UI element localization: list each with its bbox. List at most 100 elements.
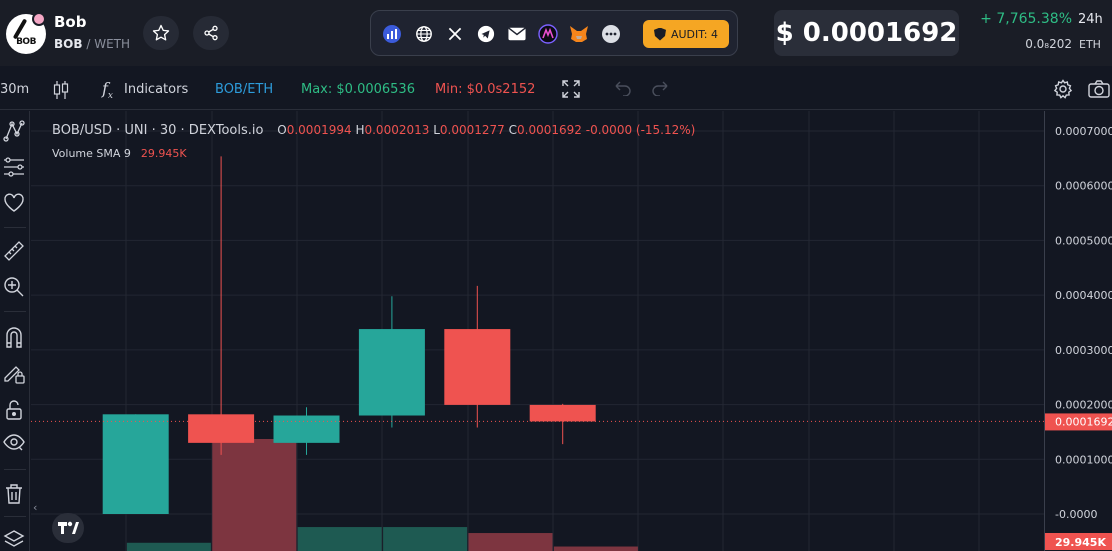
- dapp-icon[interactable]: [537, 23, 559, 45]
- max-price: Max: $0.0006536: [301, 82, 415, 97]
- indicators-button[interactable]: Indicators: [124, 82, 188, 97]
- volume-bar: [126, 542, 211, 551]
- redo-icon[interactable]: [651, 80, 669, 100]
- candles-icon[interactable]: [52, 80, 70, 100]
- metamask-icon[interactable]: [568, 23, 590, 45]
- volume-bar: [383, 527, 468, 551]
- open-key: O: [277, 123, 287, 137]
- usd-price: $ 0.0001692: [774, 10, 959, 56]
- eth-price: 0.0₈202: [1025, 37, 1072, 51]
- pair-symbols: BOB / WETH: [54, 37, 130, 51]
- change-period: 24h: [1078, 12, 1103, 27]
- zoom-in-icon[interactable]: [2, 275, 26, 299]
- candle-body: [529, 404, 596, 422]
- candle-body: [358, 329, 425, 416]
- toolbar-divider: [4, 311, 26, 312]
- price-tick-label: 0.0004000: [1055, 289, 1112, 302]
- chart-legend: BOB/USD · UNI · 30 · DEXTools.io O0.0001…: [52, 123, 695, 138]
- close-key: C: [508, 123, 518, 137]
- eth-unit: ETH: [1079, 38, 1101, 51]
- camera-icon[interactable]: [1088, 80, 1110, 102]
- token-header: BOB Bob BOB / WETH AUDIT: 4 $ 0.0001692 …: [0, 0, 1112, 66]
- magnet-icon[interactable]: [2, 325, 26, 349]
- base-symbol: BOB: [54, 37, 83, 51]
- price-axis[interactable]: 0.0007000 0.0006000 0.0005000 0.0004000 0.00…: [1044, 111, 1112, 551]
- volume-bar: [553, 546, 638, 551]
- volume-legend: Volume SMA 9 29.945K: [52, 147, 187, 160]
- candle-body: [273, 415, 340, 443]
- volume-bar: [468, 533, 553, 551]
- more-icon[interactable]: [600, 23, 622, 45]
- chart-pane[interactable]: [31, 111, 1044, 551]
- share-button[interactable]: [193, 16, 229, 50]
- volume-axis-label: 29.945K: [1055, 536, 1106, 549]
- eye-icon[interactable]: [2, 430, 26, 454]
- current-price-label: 0.0001692: [1055, 415, 1112, 428]
- price-tick-label: 0.0003000: [1055, 344, 1112, 357]
- chain-badge-icon: [32, 12, 46, 26]
- price-tick-label: 0.0001000: [1055, 453, 1112, 466]
- price-tick-label: -0.0000: [1055, 508, 1097, 521]
- candlestick-chart[interactable]: [31, 111, 1044, 551]
- candle-body: [102, 414, 169, 514]
- fx-icon[interactable]: fx: [102, 79, 113, 101]
- volume-bar: [212, 439, 297, 551]
- volume-value: 29.945K: [140, 147, 187, 160]
- share-icon: [204, 25, 218, 41]
- pair-toggle[interactable]: BOB/ETH: [215, 82, 273, 97]
- collapse-toolbar-icon[interactable]: ‹: [33, 501, 37, 514]
- trend-line-icon[interactable]: [2, 119, 26, 143]
- open-value: 0.0001994: [286, 123, 352, 137]
- chart-icon[interactable]: [381, 23, 403, 45]
- heart-icon[interactable]: [2, 191, 26, 215]
- logo-text: BOB: [16, 37, 36, 47]
- social-links-bar: AUDIT: 4: [370, 10, 738, 56]
- low-key: L: [433, 123, 440, 137]
- fib-icon[interactable]: [2, 155, 26, 179]
- min-price: Min: $0.0s2152: [435, 82, 536, 97]
- ruler-icon[interactable]: [2, 239, 26, 263]
- pair-separator: /: [86, 37, 91, 51]
- star-icon: [152, 24, 170, 41]
- toolbar-divider: [4, 516, 26, 517]
- telegram-icon[interactable]: [475, 23, 497, 45]
- candle-body: [188, 414, 255, 443]
- globe-icon[interactable]: [413, 23, 435, 45]
- tv-logo-icon: [58, 521, 79, 534]
- x-icon[interactable]: [444, 23, 466, 45]
- chart-toolbar: 30m fx Indicators BOB/ETH Max: $0.000653…: [0, 70, 1112, 110]
- price-tick-label: 0.0007000: [1055, 125, 1112, 138]
- email-icon[interactable]: [506, 23, 528, 45]
- candle-body: [444, 329, 511, 405]
- toolbar-divider: [4, 227, 26, 228]
- audit-label: AUDIT: 4: [670, 27, 718, 41]
- lock-drawing-icon[interactable]: [2, 361, 26, 385]
- high-value: 0.0002013: [364, 123, 430, 137]
- favorite-button[interactable]: [143, 16, 179, 50]
- volume-label: Volume SMA 9: [52, 147, 131, 160]
- volume-bar: [297, 527, 382, 551]
- low-value: 0.0001277: [439, 123, 505, 137]
- interval-selector[interactable]: 30m: [0, 82, 29, 97]
- price-tick-label: 0.0006000: [1055, 180, 1112, 193]
- price-tick-label: 0.0005000: [1055, 234, 1112, 247]
- tradingview-logo[interactable]: [52, 513, 84, 543]
- chart-symbol-title: BOB/USD · UNI · 30 · DEXTools.io: [52, 123, 264, 138]
- drawing-toolbar: [0, 111, 30, 551]
- lock-icon[interactable]: [2, 398, 26, 422]
- fullscreen-icon[interactable]: [562, 80, 580, 102]
- quote-symbol: WETH: [94, 37, 131, 51]
- audit-button[interactable]: AUDIT: 4: [643, 20, 729, 48]
- undo-icon[interactable]: [614, 80, 632, 100]
- change-value: -0.0000 (-15.12%): [585, 123, 696, 137]
- price-axis-scale: 0.0007000 0.0006000 0.0005000 0.0004000 0.00…: [1045, 125, 1112, 550]
- price-change: + 7,765.38%: [980, 11, 1072, 27]
- layers-icon[interactable]: [2, 527, 26, 551]
- token-name: Bob: [54, 13, 87, 31]
- trash-icon[interactable]: [2, 482, 26, 506]
- toolbar-divider: [4, 469, 26, 470]
- gear-icon[interactable]: [1053, 79, 1073, 103]
- close-value: 0.0001692: [517, 123, 582, 137]
- price-tick-label: 0.0002000: [1055, 399, 1112, 412]
- shield-icon: [653, 27, 666, 41]
